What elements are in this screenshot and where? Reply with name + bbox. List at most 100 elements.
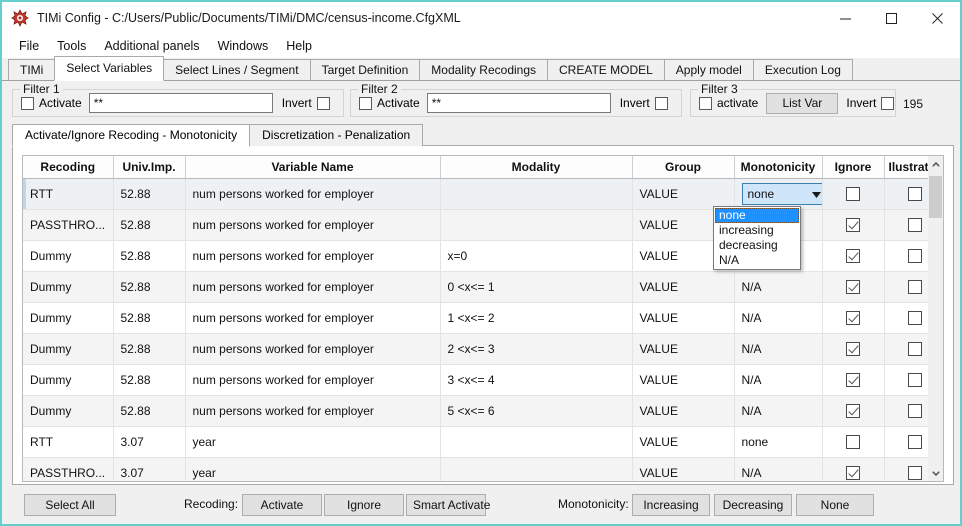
ignore-checkbox[interactable]: [846, 280, 860, 295]
ignore-checkbox[interactable]: [846, 311, 860, 326]
filter-1-input[interactable]: [88, 93, 273, 113]
filter-3-activate-checkbox[interactable]: [699, 96, 712, 110]
monotonicity-increasing-button[interactable]: Increasing: [632, 494, 710, 516]
illustrative-checkbox[interactable]: [908, 187, 922, 202]
cell-illustrative[interactable]: [884, 457, 929, 481]
table-row[interactable]: Dummy 52.88 num persons worked for emplo…: [23, 395, 929, 427]
illustrative-checkbox[interactable]: [908, 435, 922, 450]
scroll-down-button[interactable]: [928, 465, 943, 481]
menu-item-file[interactable]: File: [10, 36, 48, 56]
ignore-checkbox[interactable]: [846, 249, 860, 264]
filter-2-invert-checkbox[interactable]: [654, 96, 668, 110]
dropdown-option-none[interactable]: none: [715, 208, 799, 223]
cell-ignore[interactable]: [822, 302, 885, 334]
cell-monotonicity[interactable]: N/A: [734, 364, 823, 396]
menu-item-tools[interactable]: Tools: [48, 36, 95, 56]
cell-illustrative[interactable]: [884, 209, 929, 241]
cell-ignore[interactable]: [822, 240, 885, 272]
ignore-checkbox[interactable]: [846, 404, 860, 419]
table-row[interactable]: Dummy 52.88 num persons worked for emplo…: [23, 271, 929, 303]
cell-illustrative[interactable]: [884, 333, 929, 365]
column-header-univ-imp[interactable]: Univ.Imp.: [113, 156, 186, 179]
tab-select-variables[interactable]: Select Variables: [54, 56, 165, 81]
tab-execution-log[interactable]: Execution Log: [752, 59, 853, 80]
cell-illustrative[interactable]: [884, 426, 929, 458]
maximize-button[interactable]: [868, 2, 914, 34]
filter-1-invert-checkbox[interactable]: [316, 96, 330, 110]
dropdown-option-decreasing[interactable]: decreasing: [715, 238, 799, 253]
recoding-activate-button[interactable]: Activate: [242, 494, 322, 516]
cell-ignore[interactable]: [822, 178, 885, 210]
cell-illustrative[interactable]: [884, 364, 929, 396]
illustrative-checkbox[interactable]: [908, 249, 922, 264]
cell-monotonicity[interactable]: N/A: [734, 302, 823, 334]
column-header-monotonicity[interactable]: Monotonicity: [734, 156, 823, 179]
column-header-modality[interactable]: Modality: [440, 156, 633, 179]
illustrative-checkbox[interactable]: [908, 342, 922, 357]
filter-1-activate-checkbox[interactable]: [21, 96, 34, 110]
illustrative-checkbox[interactable]: [908, 218, 922, 233]
tab-select-lines-segment[interactable]: Select Lines / Segment: [163, 59, 311, 80]
cell-monotonicity[interactable]: N/A: [734, 333, 823, 365]
illustrative-checkbox[interactable]: [908, 466, 922, 481]
cell-monotonicity[interactable]: N/A: [734, 457, 823, 481]
list-var-button[interactable]: List Var: [766, 92, 839, 114]
cell-monotonicity[interactable]: none: [734, 178, 823, 210]
cell-ignore[interactable]: [822, 457, 885, 481]
column-header-recoding[interactable]: Recoding: [23, 156, 114, 179]
monotonicity-none-button[interactable]: None: [796, 494, 874, 516]
select-all-button[interactable]: Select All: [24, 494, 116, 516]
dropdown-option-na[interactable]: N/A: [715, 253, 799, 268]
minimize-button[interactable]: [822, 2, 868, 34]
menu-item-additional-panels[interactable]: Additional panels: [95, 36, 208, 56]
ignore-checkbox[interactable]: [846, 342, 860, 357]
cell-monotonicity[interactable]: N/A: [734, 271, 823, 303]
cell-illustrative[interactable]: [884, 302, 929, 334]
table-row[interactable]: Dummy 52.88 num persons worked for emplo…: [23, 364, 929, 396]
cell-ignore[interactable]: [822, 395, 885, 427]
ignore-checkbox[interactable]: [846, 218, 860, 233]
cell-illustrative[interactable]: [884, 271, 929, 303]
illustrative-checkbox[interactable]: [908, 404, 922, 419]
filter-3-invert-checkbox[interactable]: [881, 96, 895, 110]
cell-illustrative[interactable]: [884, 178, 929, 210]
table-row[interactable]: Dummy 52.88 num persons worked for emplo…: [23, 333, 929, 365]
cell-illustrative[interactable]: [884, 240, 929, 272]
filter-2-activate-checkbox[interactable]: [359, 96, 372, 110]
tab-timi[interactable]: TIMi: [8, 59, 56, 80]
column-header-variable-name[interactable]: Variable Name: [185, 156, 441, 179]
column-header-ignore[interactable]: Ignore: [822, 156, 885, 179]
cell-monotonicity[interactable]: none: [734, 426, 823, 458]
cell-ignore[interactable]: [822, 271, 885, 303]
illustrative-checkbox[interactable]: [908, 280, 922, 295]
tab-modality-recodings[interactable]: Modality Recodings: [419, 59, 548, 80]
dropdown-option-increasing[interactable]: increasing: [715, 223, 799, 238]
monotonicity-combobox[interactable]: none: [741, 183, 821, 205]
cell-ignore[interactable]: [822, 333, 885, 365]
tab-create-model[interactable]: CREATE MODEL: [547, 59, 665, 80]
cell-ignore[interactable]: [822, 426, 885, 458]
illustrative-checkbox[interactable]: [908, 373, 922, 388]
table-row[interactable]: PASSTHRO... 3.07 year VALUE N/A: [23, 457, 929, 481]
recoding-smart-activate-button[interactable]: Smart Activate: [406, 494, 490, 516]
table-row[interactable]: Dummy 52.88 num persons worked for emplo…: [23, 302, 929, 334]
menu-item-help[interactable]: Help: [277, 36, 321, 56]
filter-2-input[interactable]: [426, 93, 611, 113]
inner-tab-activate-ignore-recoding-monotonicity[interactable]: Activate/Ignore Recoding - Monotonicity: [12, 124, 251, 147]
ignore-checkbox[interactable]: [846, 187, 860, 202]
tab-apply-model[interactable]: Apply model: [663, 59, 754, 80]
cell-illustrative[interactable]: [884, 395, 929, 427]
close-button[interactable]: [914, 2, 960, 34]
scrollbar-thumb[interactable]: [929, 176, 942, 218]
table-row[interactable]: RTT 3.07 year VALUE none: [23, 426, 929, 458]
monotonicity-decreasing-button[interactable]: Decreasing: [714, 494, 792, 516]
cell-ignore[interactable]: [822, 364, 885, 396]
inner-tab-discretization-penalization[interactable]: Discretization - Penalization: [249, 124, 424, 146]
table-row[interactable]: RTT 52.88 num persons worked for employe…: [23, 178, 929, 210]
table-vertical-scrollbar[interactable]: [928, 155, 944, 482]
cell-monotonicity[interactable]: N/A: [734, 395, 823, 427]
cell-ignore[interactable]: [822, 209, 885, 241]
scroll-up-button[interactable]: [928, 156, 943, 172]
recoding-ignore-button[interactable]: Ignore: [324, 494, 404, 516]
monotonicity-dropdown-popup[interactable]: none increasing decreasing N/A: [713, 206, 801, 270]
